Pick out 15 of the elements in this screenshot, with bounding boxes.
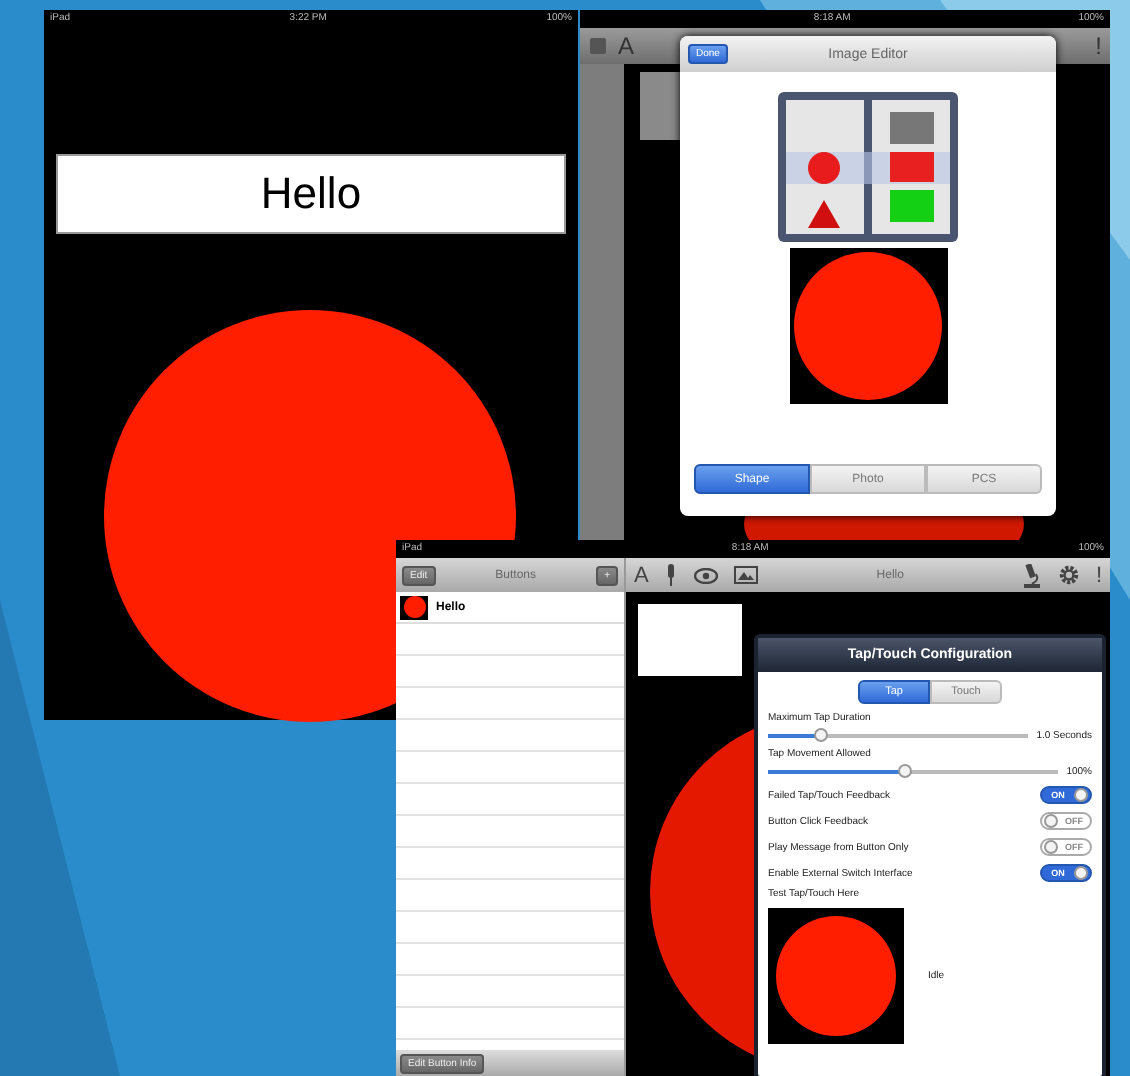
image-icon[interactable] <box>734 566 759 584</box>
text-label-shape <box>638 604 742 676</box>
font-button[interactable]: A <box>618 32 635 60</box>
font-button[interactable]: A <box>634 563 649 587</box>
settings-icon[interactable] <box>1057 564 1080 586</box>
alert-button[interactable]: ! <box>1095 563 1102 587</box>
slider-thumb[interactable] <box>898 764 913 778</box>
alert-button[interactable]: ! <box>1095 32 1102 60</box>
text-label: Hello <box>56 154 566 234</box>
shape-picker-drawing[interactable] <box>778 92 958 242</box>
microphone-icon[interactable] <box>664 563 679 587</box>
eye-icon[interactable] <box>694 567 719 583</box>
microscope-icon[interactable] <box>1021 563 1042 587</box>
tap-test-area[interactable] <box>768 908 904 1044</box>
slider-thumb[interactable] <box>814 728 829 742</box>
